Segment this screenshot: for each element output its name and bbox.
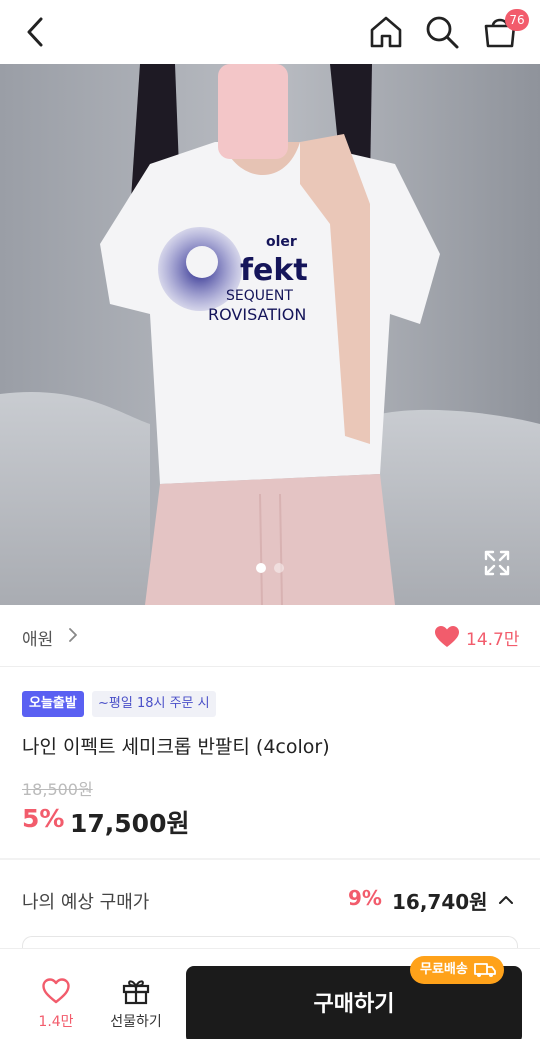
wish-count: 1.4만	[38, 1014, 74, 1030]
gallery-dot[interactable]	[274, 563, 284, 573]
cart-count-badge: 76	[505, 9, 529, 31]
gift-label: 선물하기	[110, 1014, 162, 1030]
like-count: 14.7만	[466, 630, 520, 650]
expected-price-row[interactable]: 나의 예상 구매가 9% 16,740원	[0, 860, 540, 940]
order-cutoff-badge: ~평일 18시 주문 시	[92, 691, 216, 717]
free-shipping-badge: 무료배송	[410, 956, 504, 984]
top-bar: 76	[0, 0, 540, 64]
home-icon[interactable]	[366, 12, 406, 52]
expand-icon[interactable]	[482, 548, 512, 578]
shirt-text-2: fekt	[240, 253, 308, 288]
chevron-up-icon[interactable]	[496, 890, 516, 910]
shirt-text-1: oler	[266, 234, 297, 250]
chevron-right-icon[interactable]	[66, 627, 80, 643]
gift-icon	[122, 980, 150, 1005]
discount-rate: 5%	[22, 804, 65, 833]
truck-icon	[473, 963, 496, 977]
sale-price: 17,500원	[70, 809, 190, 838]
search-icon[interactable]	[422, 12, 462, 52]
free-shipping-label: 무료배송	[420, 962, 468, 977]
product-photo: oler fekt SEQUENT ROVISATION	[0, 64, 540, 605]
heart-icon[interactable]	[434, 625, 460, 649]
gift-button[interactable]: 선물하기	[102, 977, 170, 1037]
back-icon[interactable]	[18, 14, 54, 50]
gallery-pagination	[0, 558, 540, 573]
expected-price: 16,740원	[392, 890, 488, 914]
gallery-dot-active[interactable]	[256, 563, 266, 573]
product-image-gallery[interactable]: oler fekt SEQUENT ROVISATION	[0, 64, 540, 605]
shirt-text-4: ROVISATION	[208, 305, 306, 324]
shirt-text-3: SEQUENT	[226, 288, 293, 304]
brand-row: 애원 14.7만	[0, 605, 540, 667]
product-title: 나인 이펙트 세미크롭 반팔티 (4color)	[22, 736, 330, 758]
heart-outline-icon	[42, 978, 70, 1004]
expected-discount-rate: 9%	[348, 886, 382, 910]
expected-price-label: 나의 예상 구매가	[22, 892, 150, 913]
brand-name[interactable]: 애원	[22, 625, 53, 650]
wish-button[interactable]: 1.4만	[28, 977, 84, 1037]
today-dispatch-badge: 오늘출발	[22, 691, 84, 717]
original-price: 18,500원	[22, 780, 93, 799]
bottom-action-bar: 1.4만 선물하기 구매하기 무료배송	[0, 948, 540, 1039]
